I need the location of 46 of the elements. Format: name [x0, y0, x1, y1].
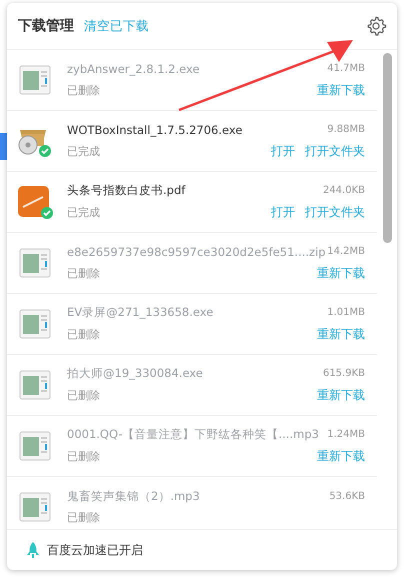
- rocket-icon: [27, 542, 39, 558]
- file-name: EV录屏@271_133658.exe: [67, 305, 214, 320]
- action-link[interactable]: 重新下载: [317, 326, 365, 343]
- file-name: 头条号指数白皮书.pdf: [67, 183, 186, 198]
- file-icon: [17, 65, 53, 95]
- settings-icon[interactable]: [365, 15, 387, 37]
- file-icon: [17, 248, 53, 278]
- download-status: 已完成: [67, 205, 100, 220]
- action-link[interactable]: 打开: [271, 142, 295, 160]
- file-name: 拍大师@19_330084.exe: [67, 366, 203, 381]
- action-link[interactable]: 重新下载: [317, 82, 365, 98]
- download-status: 已删除: [67, 510, 100, 525]
- panel-title: 下载管理: [18, 17, 74, 35]
- file-name: 0001.QQ-【音量注意】下野纮各种笑【....mp3: [67, 427, 319, 442]
- clear-downloads-link[interactable]: 清空已下载: [84, 18, 149, 34]
- file-size: 1.01MB: [327, 307, 365, 318]
- scrollbar[interactable]: [383, 53, 392, 243]
- action-link[interactable]: 重新下载: [317, 264, 365, 282]
- file-icon: [17, 309, 53, 339]
- download-status: 已删除: [67, 388, 100, 403]
- file-size: 14.2MB: [327, 246, 365, 257]
- file-size: 1.24MB: [327, 429, 365, 440]
- file-icon: [17, 370, 53, 400]
- file-name: zybAnswer_2.8.1.2.exe: [67, 62, 200, 76]
- file-size: 9.88MB: [327, 124, 365, 135]
- file-size: 53.6KB: [329, 491, 365, 502]
- download-status: 已完成: [67, 144, 100, 158]
- file-size: 41.7MB: [327, 63, 365, 74]
- action-link[interactable]: 打开: [271, 204, 295, 221]
- file-name: 鬼畜笑声集锦（2）.mp3: [67, 489, 200, 504]
- file-name: WOTBoxInstall_1.7.5.2706.exe: [67, 122, 242, 136]
- file-icon: [17, 431, 53, 461]
- acceleration-status: 百度云加速已开启: [47, 542, 143, 558]
- action-link[interactable]: 打开文件夹: [305, 204, 365, 221]
- download-status: 已删除: [67, 82, 100, 98]
- file-size: 244.0KB: [322, 185, 365, 196]
- download-status: 已删除: [67, 449, 100, 464]
- file-icon: [17, 492, 53, 522]
- file-size: 615.9KB: [322, 368, 365, 379]
- pdf-icon: [17, 185, 53, 219]
- action-link[interactable]: 重新下载: [317, 387, 365, 404]
- action-link[interactable]: 打开文件夹: [305, 142, 365, 160]
- download-status: 已删除: [67, 266, 100, 280]
- action-link[interactable]: 重新下载: [317, 448, 365, 465]
- download-status: 已删除: [67, 327, 100, 342]
- file-name: e8e2659737e98c9597ce3020d2e5fe51....zip: [67, 244, 326, 258]
